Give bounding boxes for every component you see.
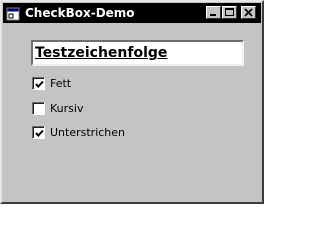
minimize-icon: [210, 14, 216, 16]
sample-text-field[interactable]: Testzeichenfolge: [31, 40, 244, 66]
checkmark-icon: [35, 80, 44, 88]
checkbox-unterstrichen-label: Unterstrichen: [50, 126, 126, 139]
checkbox-kursiv-label: Kursiv: [50, 102, 84, 115]
maximize-button[interactable]: [222, 6, 237, 19]
app-window-icon[interactable]: [6, 6, 20, 21]
checkbox-fett-label: Fett: [50, 77, 72, 90]
close-icon: [244, 8, 253, 17]
minimize-button[interactable]: [206, 6, 221, 19]
window-title: CheckBox-Demo: [25, 6, 135, 20]
checkbox-unterstrichen-box[interactable]: [32, 126, 45, 139]
sample-text-value: Testzeichenfolge: [35, 45, 168, 61]
checkmark-icon: [35, 129, 44, 137]
checkbox-demo-window: CheckBox-Demo Testzeichenfolge Fett Kurs…: [0, 0, 264, 204]
title-bar[interactable]: CheckBox-Demo: [3, 3, 261, 23]
checkbox-fett-box[interactable]: [32, 77, 45, 90]
close-button[interactable]: [241, 6, 256, 19]
maximize-icon: [225, 8, 234, 16]
checkbox-kursiv-box[interactable]: [32, 102, 45, 115]
